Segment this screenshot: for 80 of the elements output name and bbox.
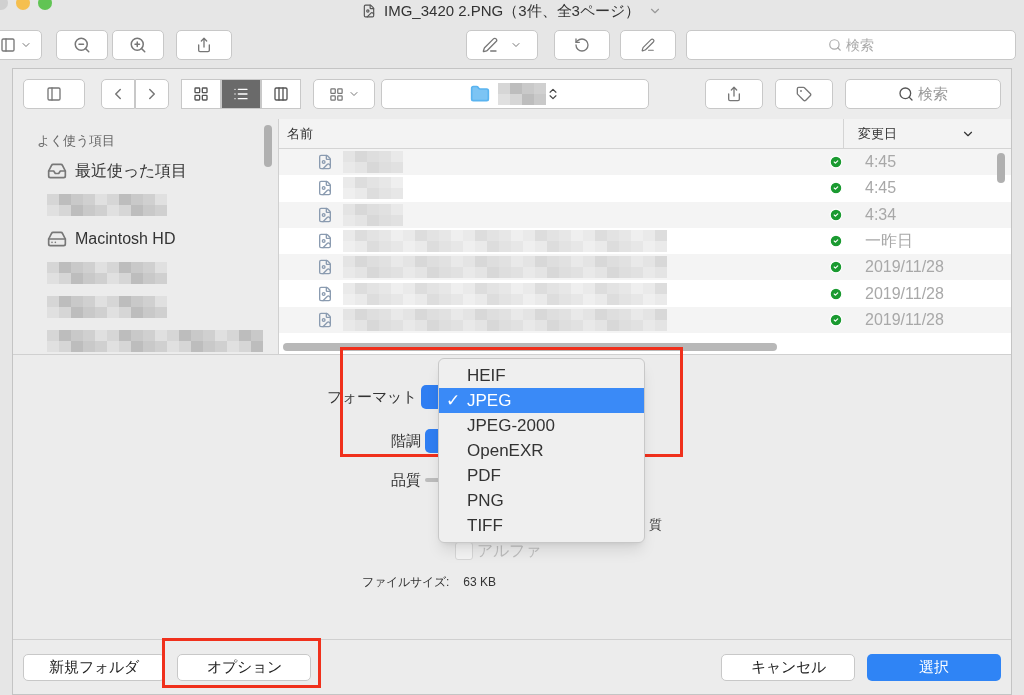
zoom-in-button[interactable] bbox=[112, 30, 164, 60]
tag-button[interactable] bbox=[775, 79, 833, 109]
image-file-icon bbox=[317, 311, 333, 328]
sidebar-item[interactable]: Macintosh HD bbox=[47, 226, 254, 253]
modified-date: 4:45 bbox=[865, 152, 898, 173]
sidebar-toggle-button[interactable] bbox=[23, 79, 85, 109]
zoom-out-icon bbox=[73, 36, 91, 54]
zoom-in-icon bbox=[129, 36, 147, 54]
image-file-icon bbox=[317, 259, 333, 276]
format-menu-item[interactable]: PNG bbox=[439, 488, 644, 513]
back-button[interactable] bbox=[101, 79, 135, 109]
sidebar-icon bbox=[46, 86, 62, 102]
quality-label: 品質 bbox=[391, 470, 421, 490]
format-menu-item[interactable]: PDF bbox=[439, 463, 644, 488]
cancel-button[interactable]: キャンセル bbox=[721, 653, 855, 681]
new-folder-button[interactable]: 新規フォルダ bbox=[23, 653, 165, 681]
option-label: 質 bbox=[649, 516, 662, 534]
scrollbar-thumb[interactable] bbox=[283, 343, 777, 351]
grid-icon bbox=[193, 86, 209, 102]
tray-icon bbox=[47, 161, 67, 182]
group-button[interactable] bbox=[313, 79, 375, 109]
sidebar-heading: よく使う項目 bbox=[37, 132, 116, 150]
depth-label: 階調 bbox=[391, 430, 421, 451]
tag-icon bbox=[796, 86, 812, 102]
format-menu-item[interactable]: HEIF bbox=[439, 363, 644, 388]
search-icon bbox=[898, 86, 914, 102]
image-file-icon bbox=[317, 154, 333, 171]
image-file-icon bbox=[317, 285, 333, 302]
scrollbar-thumb[interactable] bbox=[264, 125, 272, 167]
sidebar-icon bbox=[0, 37, 16, 53]
scrollbar-thumb[interactable] bbox=[997, 153, 1005, 183]
format-menu-item[interactable]: TIFF bbox=[439, 513, 644, 538]
choose-button[interactable]: 選択 bbox=[867, 653, 1001, 681]
rotate-button[interactable] bbox=[554, 30, 610, 60]
grid-icon bbox=[328, 86, 344, 102]
sidebar-toggle-button[interactable] bbox=[0, 30, 42, 60]
search-icon bbox=[828, 38, 842, 52]
forward-button[interactable] bbox=[135, 79, 169, 109]
modified-date: 2019/11/28 bbox=[865, 309, 945, 330]
pen-icon bbox=[482, 37, 498, 53]
zoom-out-button[interactable] bbox=[56, 30, 108, 60]
modified-date: 4:34 bbox=[865, 204, 898, 225]
column-header[interactable]: 名前 bbox=[279, 119, 843, 148]
file-size-label: ファイルサイズ: bbox=[362, 574, 450, 591]
format-menu-item[interactable]: JPEG-2000 bbox=[439, 413, 644, 438]
hard-drive-icon bbox=[47, 229, 67, 250]
pixelated-label bbox=[343, 177, 403, 200]
pixelated-label bbox=[343, 203, 403, 226]
window-title: IMG_3420 2.PNG（3件、全3ページ） bbox=[384, 0, 640, 21]
share-button[interactable] bbox=[705, 79, 763, 109]
image-file-icon bbox=[317, 180, 333, 197]
modified-date: 4:45 bbox=[865, 178, 898, 199]
modified-date: 2019/11/28 bbox=[865, 283, 945, 304]
columns-icon bbox=[273, 86, 289, 102]
pixelated-label bbox=[343, 151, 403, 174]
pixelated-label bbox=[498, 83, 546, 105]
rotate-icon bbox=[574, 37, 590, 53]
image-file-icon bbox=[317, 206, 333, 223]
share-icon bbox=[196, 37, 212, 53]
sidebar-item[interactable]: 最近使った項目 bbox=[47, 158, 254, 185]
image-file-icon bbox=[317, 233, 333, 250]
format-menu-item[interactable]: OpenEXR bbox=[439, 438, 644, 463]
document-icon bbox=[362, 4, 377, 18]
share-icon bbox=[726, 86, 742, 102]
column-header[interactable]: 変更日 bbox=[843, 119, 989, 148]
folder-icon bbox=[470, 84, 490, 104]
share-button[interactable] bbox=[176, 30, 232, 60]
modified-date: 一昨日 bbox=[865, 231, 914, 252]
options-button[interactable]: オプション bbox=[177, 653, 311, 681]
annotate-button[interactable] bbox=[620, 30, 676, 60]
pen-icon bbox=[641, 38, 655, 52]
markup-button[interactable] bbox=[466, 30, 538, 60]
location-popup[interactable] bbox=[381, 79, 649, 109]
format-label: フォーマット bbox=[327, 386, 417, 407]
list-icon bbox=[233, 86, 249, 102]
file-size-value: 63 KB bbox=[463, 574, 497, 591]
column-view-button[interactable] bbox=[261, 79, 301, 109]
icon-view-button[interactable] bbox=[181, 79, 221, 109]
modified-date: 2019/11/28 bbox=[865, 257, 945, 278]
list-view-button[interactable] bbox=[221, 79, 261, 109]
